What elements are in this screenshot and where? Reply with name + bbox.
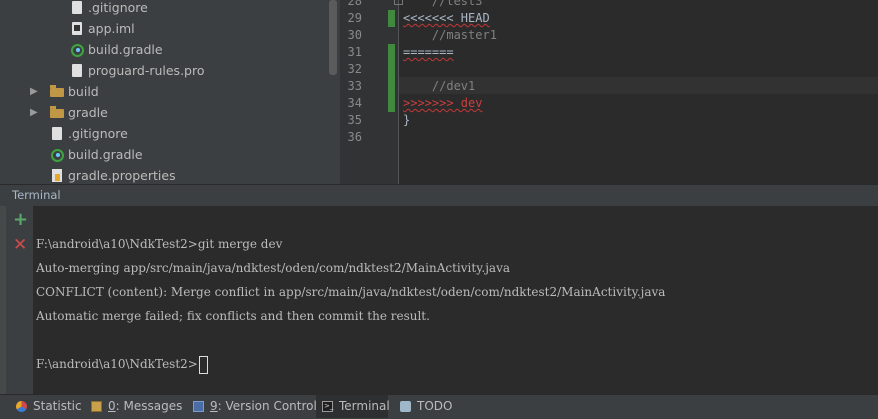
terminal-title: Terminal bbox=[12, 188, 61, 202]
line-number: 33 bbox=[347, 79, 362, 93]
terminal-line: CONFLICT (content): Merge conflict in ap… bbox=[36, 285, 666, 299]
statistic-icon bbox=[16, 401, 27, 412]
terminal-prompt: F:\android\a10\NdkTest2> bbox=[36, 357, 198, 371]
terminal-line: Auto-merging app/src/main/java/ndktest/o… bbox=[36, 261, 511, 275]
terminal-line: Automatic merge failed; fix conflicts an… bbox=[36, 309, 430, 323]
close-session-icon[interactable]: ✕ bbox=[13, 235, 27, 255]
messages-icon bbox=[91, 401, 102, 412]
change-marker[interactable] bbox=[388, 44, 395, 61]
folder-icon bbox=[50, 106, 64, 118]
tab-label: Statistic bbox=[33, 399, 82, 413]
tree-item-label: gradle bbox=[68, 105, 108, 120]
tab-statistic[interactable]: Statistic bbox=[16, 395, 84, 418]
tab-terminal[interactable]: >_ Terminal bbox=[316, 395, 390, 418]
tree-item-label: build bbox=[68, 84, 99, 99]
line-number: 35 bbox=[347, 113, 362, 127]
tree-scrollbar[interactable] bbox=[329, 0, 337, 75]
code-line: //master1 bbox=[403, 28, 497, 42]
tab-label: Terminal bbox=[339, 399, 390, 413]
code-line: //test3 bbox=[403, 0, 483, 8]
side-tool-strip bbox=[0, 206, 6, 394]
file-icon bbox=[52, 127, 62, 140]
conflict-marker-line: >>>>>>> dev bbox=[403, 96, 483, 110]
tree-item-label: build.gradle bbox=[68, 147, 143, 162]
tab-label: TODO bbox=[417, 399, 453, 413]
gradle-icon bbox=[51, 149, 64, 162]
gradle-icon bbox=[71, 44, 84, 57]
terminal-header: Terminal bbox=[0, 184, 878, 206]
line-number: 29 bbox=[347, 11, 362, 25]
line-number: 28 bbox=[347, 0, 362, 8]
todo-icon bbox=[400, 401, 411, 412]
new-session-plus-icon[interactable]: + bbox=[13, 210, 28, 230]
conflict-marker-line: <<<<<<< HEAD bbox=[403, 11, 490, 25]
line-number: 32 bbox=[347, 62, 362, 76]
version-control-icon bbox=[193, 401, 204, 412]
terminal-line: F:\android\a10\NdkTest2>git merge dev bbox=[36, 237, 283, 251]
code-line: } bbox=[403, 113, 411, 127]
line-number: 34 bbox=[347, 96, 362, 110]
expand-arrow-icon[interactable]: ▶ bbox=[30, 81, 38, 102]
terminal-prompt-line[interactable]: F:\android\a10\NdkTest2> bbox=[36, 355, 208, 374]
line-number: 36 bbox=[347, 130, 362, 144]
conflict-marker-line: ======= bbox=[403, 45, 454, 59]
tree-item-label: proguard-rules.pro bbox=[88, 63, 205, 78]
fold-icon[interactable] bbox=[394, 0, 403, 5]
tab-todo[interactable]: TODO bbox=[400, 395, 460, 418]
terminal-icon: >_ bbox=[322, 401, 334, 412]
change-marker[interactable] bbox=[388, 61, 395, 112]
tree-item-label: app.iml bbox=[88, 21, 135, 36]
tab-version-control[interactable]: 9: Version Control bbox=[193, 395, 317, 418]
tree-item-label: build.gradle bbox=[88, 42, 163, 57]
line-number: 31 bbox=[347, 45, 362, 59]
properties-icon bbox=[52, 169, 62, 182]
terminal-cursor bbox=[198, 355, 208, 374]
tab-mnemonic: 0 bbox=[108, 399, 116, 413]
folder-icon bbox=[50, 85, 64, 97]
file-icon bbox=[72, 64, 82, 77]
tree-item-label: .gitignore bbox=[68, 126, 128, 141]
tab-messages[interactable]: 0: Messages bbox=[91, 395, 183, 418]
tab-label: Version Control bbox=[225, 399, 317, 413]
file-icon bbox=[72, 1, 82, 14]
code-line: //dev1 bbox=[403, 79, 476, 93]
project-tree: .gitignore app.iml build.gradle proguard… bbox=[0, 0, 340, 184]
change-marker[interactable] bbox=[388, 10, 395, 27]
line-number: 30 bbox=[347, 28, 362, 42]
tab-mnemonic: 9 bbox=[210, 399, 218, 413]
expand-arrow-icon[interactable]: ▶ bbox=[30, 102, 38, 123]
tab-label: Messages bbox=[123, 399, 183, 413]
tree-item-label: .gitignore bbox=[88, 0, 148, 15]
iml-file-icon bbox=[72, 22, 82, 35]
tree-item-label: gradle.properties bbox=[68, 168, 176, 183]
